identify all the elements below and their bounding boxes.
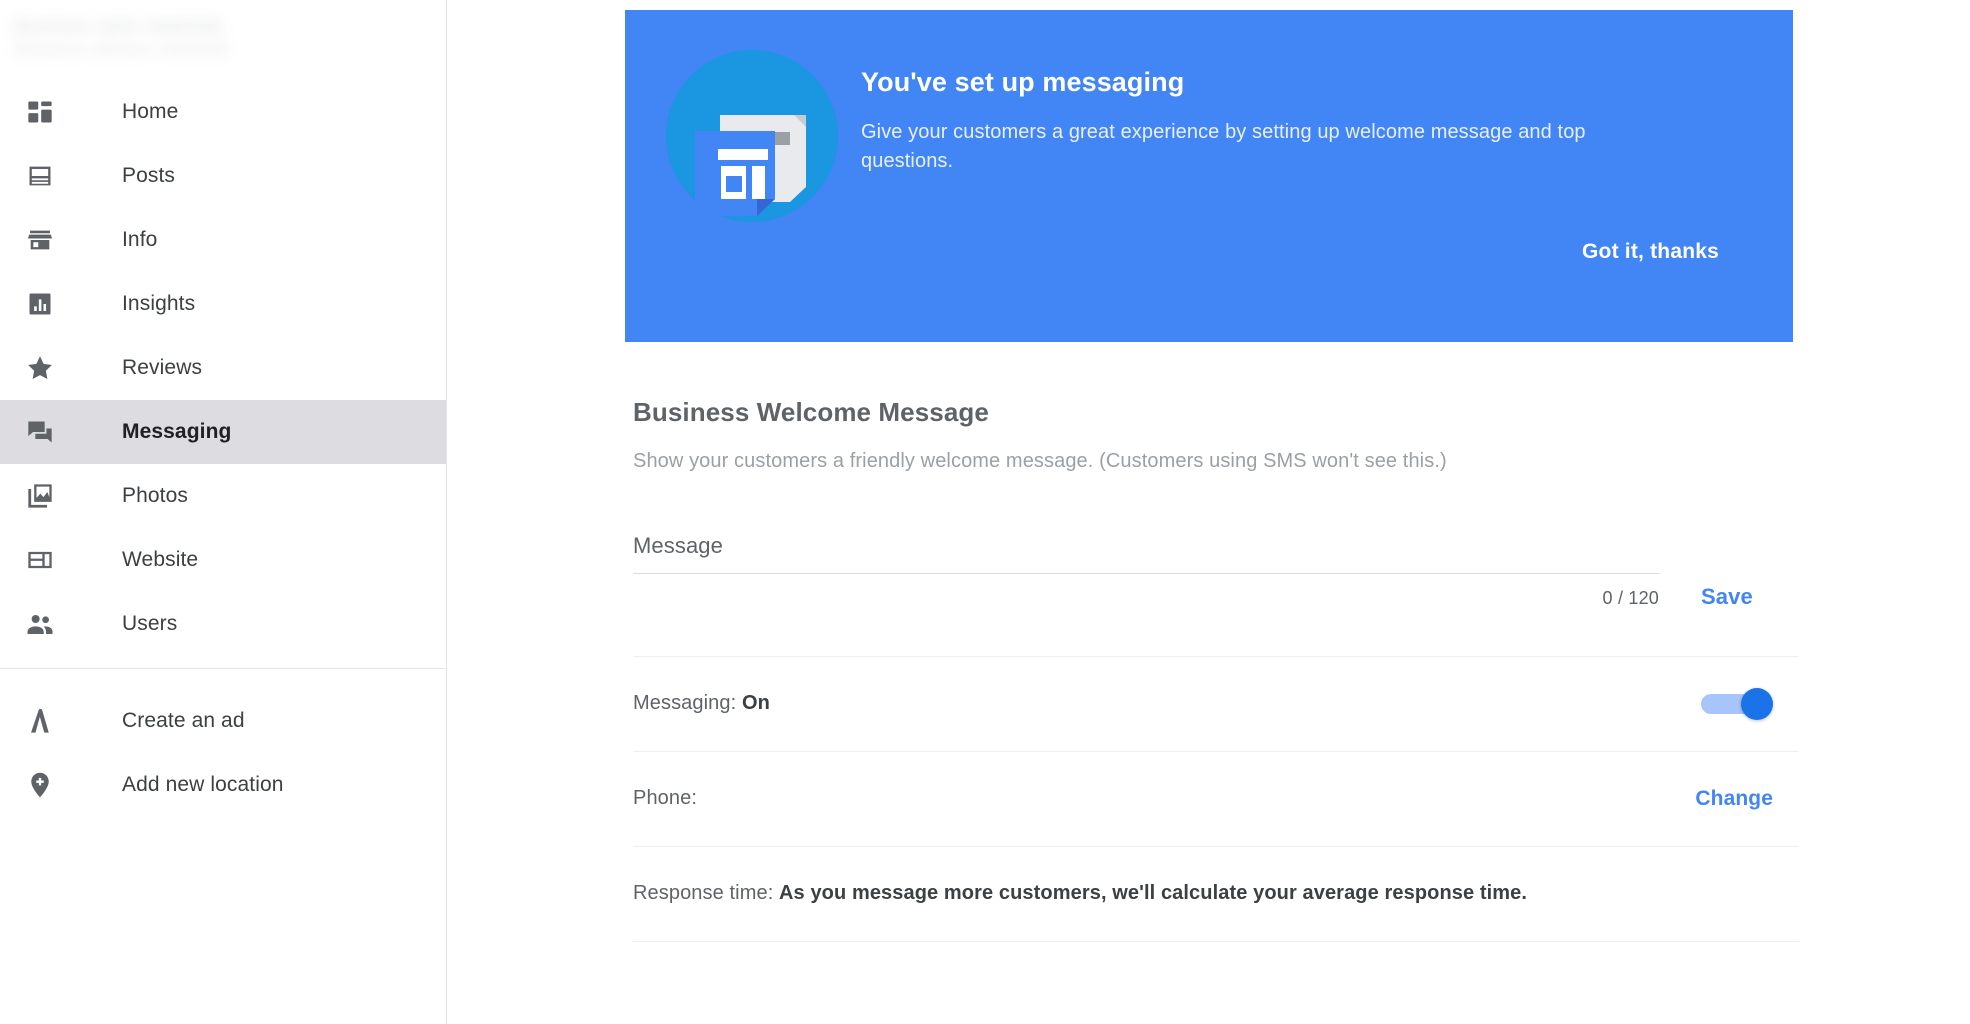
toggle-knob <box>1741 687 1773 720</box>
save-button[interactable]: Save <box>1701 584 1753 610</box>
dashboard-icon <box>16 94 64 130</box>
photo-library-icon <box>16 478 64 514</box>
sidebar-item-posts[interactable]: Posts <box>0 144 446 208</box>
business-name: [business name redacted] <box>14 18 222 35</box>
adwords-icon <box>16 703 64 739</box>
sidebar-item-website[interactable]: Website <box>0 528 446 592</box>
business-address: [business address redacted] <box>14 41 229 58</box>
storefront-icon <box>16 222 64 258</box>
sidebar-item-messaging[interactable]: Messaging <box>0 400 446 464</box>
sidebar-item-label: Messaging <box>122 420 232 443</box>
sidebar-item-label: Website <box>122 548 199 571</box>
posts-icon <box>16 158 64 194</box>
response-time-label: Response time: As you message more custo… <box>633 882 1527 905</box>
sidebar-item-add-new-location[interactable]: Add new location <box>0 753 446 817</box>
sidebar-item-label: Add new location <box>122 773 284 796</box>
banner-cta-row: Got it, thanks <box>1582 240 1719 264</box>
message-field-block: Message 0 / 120 Save <box>633 533 1793 610</box>
sidebar-item-label: Posts <box>122 164 176 187</box>
business-messages-icon <box>657 38 847 238</box>
sidebar-divider <box>0 668 446 669</box>
divider <box>633 940 1799 942</box>
banner-content: You've set up messaging Give your custom… <box>625 10 1793 238</box>
section-subtitle: Show your customers a friendly welcome m… <box>633 449 1447 472</box>
sidebar-item-info[interactable]: Info <box>0 208 446 272</box>
sidebar-item-reviews[interactable]: Reviews <box>0 336 446 400</box>
business-identity-redacted: [business name redacted] [business addre… <box>14 14 446 61</box>
message-meta-row: 0 / 120 Save <box>633 584 1793 610</box>
add-place-icon <box>16 767 64 803</box>
sidebar: [business name redacted] [business addre… <box>0 0 447 1024</box>
sidebar-item-label: Create an ad <box>122 709 245 732</box>
messaging-status-value: On <box>741 692 770 715</box>
sidebar-item-label: Users <box>122 612 178 635</box>
messaging-toggle[interactable] <box>1701 687 1773 720</box>
response-time-value: As you message more customers, we'll cal… <box>779 882 1528 905</box>
page-title: Business Welcome Message <box>633 396 989 427</box>
business-header: [business name redacted] [business addre… <box>0 0 446 72</box>
sidebar-item-photos[interactable]: Photos <box>0 464 446 528</box>
banner-description: Give your customers a great experience b… <box>861 121 1586 173</box>
main-content: You've set up messaging Give your custom… <box>447 0 1970 1024</box>
web-layout-icon <box>16 542 64 578</box>
people-icon <box>16 606 64 642</box>
sidebar-item-label: Insights <box>122 292 196 315</box>
change-phone-button[interactable]: Change <box>1695 787 1773 811</box>
sidebar-item-create-an-ad[interactable]: Create an ad <box>0 689 446 753</box>
character-counter: 0 / 120 <box>1602 587 1659 608</box>
messaging-status-label: Messaging: On <box>633 692 770 715</box>
messaging-status-row: Messaging: On <box>633 657 1799 751</box>
message-input[interactable]: Message <box>633 533 1659 573</box>
sidebar-secondary-group: Create an ad Add new location <box>0 681 446 817</box>
response-time-prefix: Response time: <box>633 882 780 905</box>
business-welcome-message-section: Business Welcome Message Show your custo… <box>633 375 1799 942</box>
response-time-row: Response time: As you message more custo… <box>633 847 1799 941</box>
got-it-thanks-button[interactable]: Got it, thanks <box>1582 240 1719 263</box>
phone-label: Phone: <box>633 787 697 810</box>
star-icon <box>16 350 64 386</box>
sidebar-item-home[interactable]: Home <box>0 80 446 144</box>
message-input-underline <box>633 572 1659 574</box>
messaging-status-prefix: Messaging: <box>633 692 742 715</box>
sidebar-primary-group: Home Posts Info Insights Reviews Messagi… <box>0 72 446 656</box>
banner-title: You've set up messaging <box>861 67 1185 97</box>
phone-row: Phone: Change <box>633 752 1799 846</box>
sidebar-item-label: Reviews <box>122 356 203 379</box>
bar-chart-icon <box>16 286 64 322</box>
messaging-setup-banner: You've set up messaging Give your custom… <box>625 10 1793 342</box>
banner-text-block: You've set up messaging Give your custom… <box>847 38 1661 238</box>
chat-bubbles-icon <box>16 414 64 450</box>
sidebar-item-label: Home <box>122 100 179 123</box>
app-root: [business name redacted] [business addre… <box>0 0 1970 1024</box>
sidebar-item-insights[interactable]: Insights <box>0 272 446 336</box>
message-input-wrapper[interactable]: Message <box>633 533 1659 574</box>
sidebar-item-label: Photos <box>122 484 188 507</box>
sidebar-item-label: Info <box>122 228 158 251</box>
sidebar-item-users[interactable]: Users <box>0 592 446 656</box>
